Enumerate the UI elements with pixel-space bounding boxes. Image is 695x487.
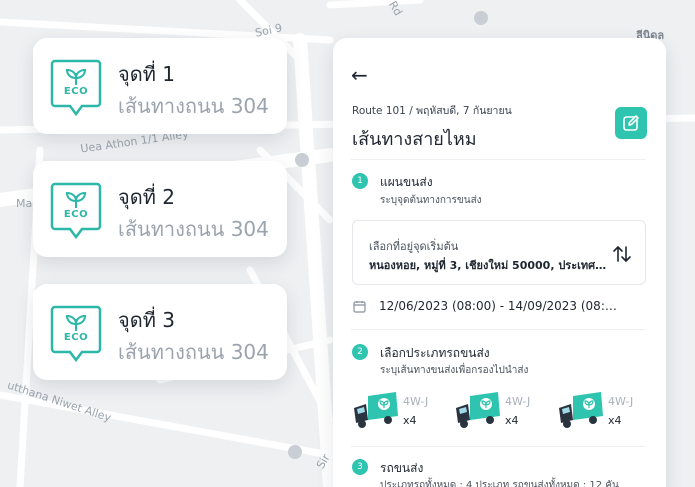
step-title: รถขนส่ง bbox=[380, 461, 424, 475]
eco-badge-text: ECO bbox=[63, 209, 89, 220]
stop-card-3[interactable]: ECO จุดที่ 3 เส้นทางถนน 304 bbox=[33, 284, 287, 380]
stop-card-2[interactable]: ECO จุดที่ 2 เส้นทางถนน 304 bbox=[33, 161, 287, 257]
divider bbox=[351, 329, 646, 330]
truck-type: 4W-J bbox=[505, 395, 531, 408]
edit-button[interactable] bbox=[615, 107, 647, 139]
location-label: เลือกที่อยู่จุดเริ่มต้น bbox=[369, 240, 459, 253]
eco-leaf-icon: ECO bbox=[50, 182, 102, 240]
breadcrumb: Route 101 / พฤหัสบดี, 7 กันยายน bbox=[352, 105, 512, 117]
truck-option[interactable]: 4W-J x4 bbox=[454, 390, 549, 438]
truck-option[interactable]: 4W-J x4 bbox=[352, 390, 447, 438]
truck-icon bbox=[557, 390, 605, 430]
truck-quantity: x4 bbox=[403, 414, 417, 427]
stop-title: จุดที่ 3 bbox=[118, 308, 175, 332]
eco-badge-text: ECO bbox=[63, 86, 89, 97]
step-subtitle: ระบุเส้นทางขนส่งเพื่อกรองไปนำส่ง bbox=[380, 365, 529, 376]
truck-type: 4W-J bbox=[403, 395, 429, 408]
truck-quantity: x4 bbox=[505, 414, 519, 427]
divider bbox=[351, 446, 646, 447]
arrow-left-icon[interactable]: ← bbox=[351, 65, 373, 85]
edit-icon bbox=[623, 115, 639, 131]
location-value: หนองหอย, หมู่ที่ 3, เชียงใหม่ 50000, ประ… bbox=[369, 259, 609, 272]
stop-subtitle: เส้นทางถนน 304 bbox=[118, 340, 269, 364]
step-number-badge: 1 bbox=[352, 173, 368, 189]
truck-icon bbox=[454, 390, 502, 430]
step-title: เลือกประเภทรถขนส่ง bbox=[380, 346, 490, 360]
stop-card-1[interactable]: ECO จุดที่ 1 เส้นทางถนน 304 bbox=[33, 38, 287, 134]
step-number-badge: 3 bbox=[352, 459, 368, 475]
route-detail-panel: ← Route 101 / พฤหัสบดี, 7 กันยายน เส้นทา… bbox=[333, 38, 666, 487]
step-number-badge: 2 bbox=[352, 344, 368, 360]
eco-leaf-icon: ECO bbox=[50, 305, 102, 363]
step-subtitle: ประเภทรถทั้งหมด : 4 ประเภท รถขนส่งทั้งหม… bbox=[380, 480, 619, 487]
step-subtitle: ระบุจุดต้นทางการขนส่ง bbox=[380, 195, 482, 206]
divider bbox=[351, 159, 646, 160]
eco-leaf-icon: ECO bbox=[50, 59, 102, 117]
page-title: เส้นทางสายไหม bbox=[352, 129, 477, 150]
stop-subtitle: เส้นทางถนน 304 bbox=[118, 217, 269, 241]
truck-type: 4W-J bbox=[608, 395, 634, 408]
truck-icon bbox=[352, 390, 400, 430]
calendar-icon bbox=[353, 300, 366, 313]
truck-option[interactable]: 4W-J x4 bbox=[557, 390, 652, 438]
stop-title: จุดที่ 1 bbox=[118, 62, 175, 86]
step-title: แผนขนส่ง bbox=[380, 175, 433, 189]
date-range[interactable]: 12/06/2023 (08:00) - 14/09/2023 (08:00) bbox=[379, 299, 619, 313]
street-label: Ma bbox=[16, 197, 33, 210]
swap-vertical-icon[interactable] bbox=[611, 243, 633, 265]
stop-title: จุดที่ 2 bbox=[118, 185, 175, 209]
eco-badge-text: ECO bbox=[63, 332, 89, 343]
start-location-select[interactable]: เลือกที่อยู่จุดเริ่มต้น หนองหอย, หมู่ที่… bbox=[352, 220, 646, 285]
stop-subtitle: เส้นทางถนน 304 bbox=[118, 94, 269, 118]
truck-quantity: x4 bbox=[608, 414, 622, 427]
